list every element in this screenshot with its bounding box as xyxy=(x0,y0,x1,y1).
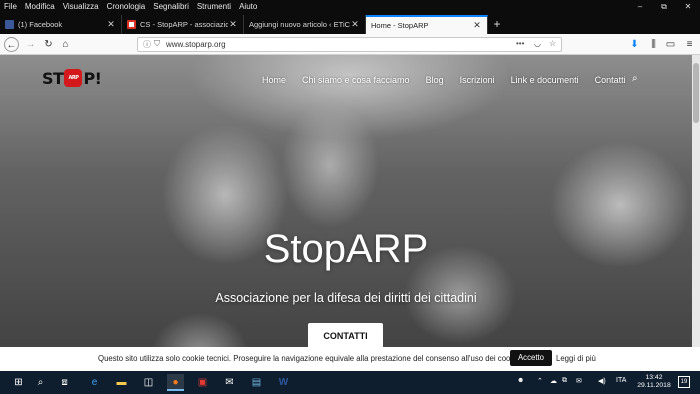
url-text[interactable]: www.stoparp.org xyxy=(166,40,226,49)
gmail-favicon-icon xyxy=(127,20,136,29)
browser-titlebar: File Modifica Visualizza Cronologia Segn… xyxy=(0,0,700,34)
close-window-button[interactable]: ✕ xyxy=(676,0,700,13)
menu-modifica[interactable]: Modifica xyxy=(21,0,59,13)
site-nav-home[interactable]: Home xyxy=(262,75,286,85)
pocket-icon[interactable]: ◡ xyxy=(534,39,541,48)
start-button-icon[interactable]: ⊞ xyxy=(10,374,27,391)
new-tab-button[interactable]: + xyxy=(488,15,506,34)
restore-button[interactable]: ⧉ xyxy=(652,0,676,13)
firefox-icon[interactable]: ● xyxy=(167,374,184,391)
tab-label: (1) Facebook xyxy=(18,20,63,29)
cookie-text: Questo sito utilizza solo cookie tecnici… xyxy=(98,354,523,363)
menu-cronologia[interactable]: Cronologia xyxy=(103,0,150,13)
download-icon[interactable]: ⬇ xyxy=(627,37,642,52)
hamburger-menu-icon[interactable]: ≡ xyxy=(682,37,697,52)
web-page: ST ARP P! Home Chi siamo e cosa facciamo… xyxy=(0,55,692,347)
clock-time: 13:42 xyxy=(645,374,663,381)
tab-label: Aggiungi nuovo articolo ‹ ETiCinfor xyxy=(249,20,350,29)
store-icon[interactable]: ◫ xyxy=(140,374,157,391)
clock[interactable]: 13:42 29.11.2018 xyxy=(636,374,672,390)
menu-aiuto[interactable]: Aiuto xyxy=(235,0,261,13)
minimize-button[interactable]: – xyxy=(628,0,652,13)
facebook-favicon-icon xyxy=(5,20,14,29)
people-icon[interactable]: ☻ xyxy=(517,377,524,384)
app-icon[interactable]: ▤ xyxy=(248,374,265,391)
tab-home-stoparp[interactable]: Home - StopARP ✕ xyxy=(366,15,488,34)
sidebar-icon[interactable]: ▭ xyxy=(663,37,678,52)
logo-stop-sign: ARP xyxy=(64,69,83,87)
library-icon[interactable]: ⫼ xyxy=(646,37,661,52)
tab-new-article[interactable]: Aggiungi nuovo articolo ‹ ETiCinfor ✕ xyxy=(244,15,366,34)
tab-close-icon[interactable]: ✕ xyxy=(106,19,116,30)
read-more-link[interactable]: Leggi di più xyxy=(556,354,596,363)
window-controls: – ⧉ ✕ xyxy=(628,0,700,13)
shield-icon[interactable]: ⛉ xyxy=(154,39,160,49)
site-logo[interactable]: ST ARP P! xyxy=(42,68,102,88)
logo-text-right: P! xyxy=(83,68,102,88)
cloud-icon[interactable]: ☁ xyxy=(550,377,557,385)
task-view-icon[interactable]: ⧈ xyxy=(56,374,73,391)
hero-subtitle: Associazione per la difesa dei diritti d… xyxy=(215,291,477,305)
accept-cookies-button[interactable]: Accetto xyxy=(510,350,552,366)
url-bar[interactable]: ⓘ ⛉ www.stoparp.org ••• ◡ ☆ xyxy=(137,37,562,52)
nav-toolbar: ← → ↻ ⌂ ⓘ ⛉ www.stoparp.org ••• ◡ ☆ ⬇ ⫼ … xyxy=(0,34,700,55)
home-button[interactable]: ⌂ xyxy=(58,37,73,52)
tab-label: Home - StopARP xyxy=(371,21,429,30)
language-indicator[interactable]: ITA xyxy=(616,377,626,384)
tab-strip: (1) Facebook ✕ CS - StopARP - associazio… xyxy=(0,15,506,34)
tab-close-icon[interactable]: ✕ xyxy=(472,20,482,31)
back-button[interactable]: ← xyxy=(4,37,19,52)
reload-button[interactable]: ↻ xyxy=(41,37,56,52)
scrollbar-thumb[interactable] xyxy=(693,63,699,123)
windows-taskbar: ⊞ ⌕ ⧈ e ▬ ◫ ● ▣ ✉ ▤ W ☻ ⌃ ☁ ⧉ ✉ ◀) ITA 1… xyxy=(0,371,700,394)
site-nav-link-documenti[interactable]: Link e documenti xyxy=(511,75,579,85)
logo-text-left: ST xyxy=(42,68,64,88)
menu-segnalibri[interactable]: Segnalibri xyxy=(149,0,193,13)
tab-facebook[interactable]: (1) Facebook ✕ xyxy=(0,15,122,34)
site-nav-iscrizioni[interactable]: Iscrizioni xyxy=(460,75,495,85)
site-nav-contatti[interactable]: Contatti xyxy=(595,75,626,85)
cookie-banner: Questo sito utilizza solo cookie tecnici… xyxy=(0,347,700,371)
hero-title: StopARP xyxy=(263,227,429,271)
search-taskbar-icon[interactable]: ⌕ xyxy=(32,374,49,391)
menu-file[interactable]: File xyxy=(0,0,21,13)
page-actions-icon[interactable]: ••• xyxy=(516,39,524,48)
page-scrollbar[interactable] xyxy=(692,55,700,347)
site-nav-chi-siamo[interactable]: Chi siamo e cosa facciamo xyxy=(302,75,410,85)
contatti-button[interactable]: CONTATTI xyxy=(308,323,383,347)
tray-app-icon[interactable]: ⧉ xyxy=(562,377,567,385)
tray-mail-icon[interactable]: ✉ xyxy=(576,377,582,385)
menubar: File Modifica Visualizza Cronologia Segn… xyxy=(0,0,261,13)
notifications-icon[interactable]: 19 xyxy=(678,376,690,388)
word-icon[interactable]: W xyxy=(275,374,292,391)
search-icon[interactable]: ⌕ xyxy=(632,73,638,84)
tray-expand-icon[interactable]: ⌃ xyxy=(537,377,543,385)
tab-gmail-stoparp[interactable]: CS - StopARP - associazione.st ✕ xyxy=(122,15,244,34)
site-nav-blog[interactable]: Blog xyxy=(426,75,444,85)
forward-button[interactable]: → xyxy=(23,37,38,52)
menu-strumenti[interactable]: Strumenti xyxy=(193,0,235,13)
clock-date: 29.11.2018 xyxy=(637,382,671,389)
menu-visualizza[interactable]: Visualizza xyxy=(59,0,103,13)
edge-icon[interactable]: e xyxy=(86,374,103,391)
bookmark-star-icon[interactable]: ☆ xyxy=(549,39,556,48)
tab-close-icon[interactable]: ✕ xyxy=(228,19,238,30)
gift-app-icon[interactable]: ▣ xyxy=(194,374,211,391)
info-icon[interactable]: ⓘ xyxy=(143,39,151,50)
volume-icon[interactable]: ◀) xyxy=(598,377,606,385)
tab-close-icon[interactable]: ✕ xyxy=(350,19,360,30)
site-nav: Home Chi siamo e cosa facciamo Blog Iscr… xyxy=(262,75,642,85)
file-explorer-icon[interactable]: ▬ xyxy=(113,374,130,391)
mail-icon[interactable]: ✉ xyxy=(221,374,238,391)
tab-label: CS - StopARP - associazione.st xyxy=(140,20,228,29)
